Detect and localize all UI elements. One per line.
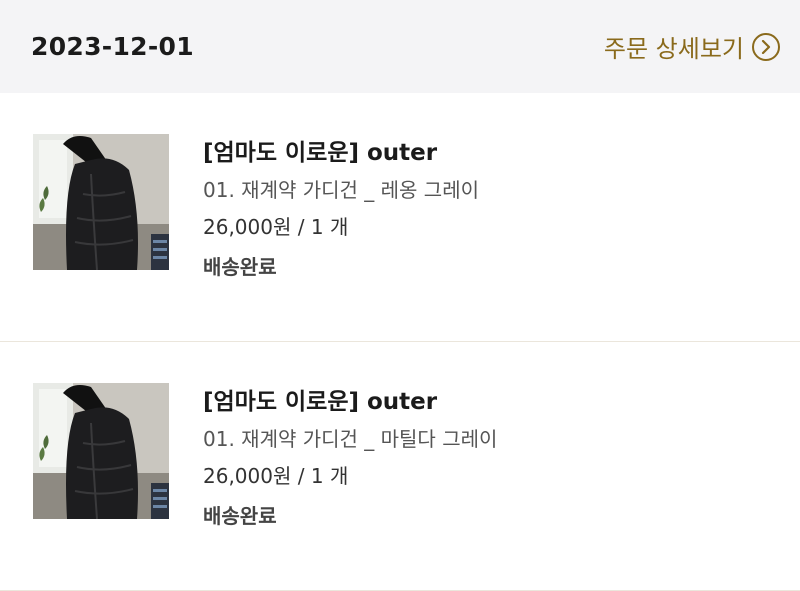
price-separator: /	[297, 464, 305, 488]
item-info: [엄마도 이로운] outer 01. 재계약 가디건 _ 마틸다 그레이 26…	[203, 383, 497, 530]
price-separator: /	[297, 215, 305, 239]
order-item[interactable]: [엄마도 이로운] outer 01. 재계약 가디건 _ 마틸다 그레이 26…	[0, 342, 800, 591]
delivery-status: 배송완료	[203, 255, 277, 279]
product-option: 01. 재계약 가디건 _ 레옹 그레이	[203, 178, 479, 202]
price-row: 26,000원 / 1 개	[203, 463, 497, 490]
chevron-right-circle-icon	[752, 32, 780, 61]
order-detail-link[interactable]: 주문 상세보기	[604, 29, 780, 64]
product-quantity: 1 개	[310, 215, 349, 239]
item-info: [엄마도 이로운] outer 01. 재계약 가디건 _ 레옹 그레이 26,…	[203, 134, 479, 281]
product-thumbnail[interactable]	[33, 383, 169, 519]
product-thumbnail[interactable]	[33, 134, 169, 270]
order-date: 2023-12-01	[31, 32, 194, 61]
delivery-status: 배송완료	[203, 504, 277, 528]
product-name[interactable]: [엄마도 이로운] outer	[203, 387, 497, 417]
price-row: 26,000원 / 1 개	[203, 214, 479, 241]
product-option: 01. 재계약 가디건 _ 마틸다 그레이	[203, 427, 498, 451]
order-detail-label: 주문 상세보기	[603, 35, 744, 63]
product-price: 26,000원	[203, 464, 292, 488]
product-quantity: 1 개	[310, 464, 349, 488]
product-price: 26,000원	[203, 215, 292, 239]
order-header: 2023-12-01 주문 상세보기	[0, 0, 800, 93]
product-name[interactable]: [엄마도 이로운] outer	[203, 138, 479, 168]
order-item[interactable]: [엄마도 이로운] outer 01. 재계약 가디건 _ 레옹 그레이 26,…	[0, 93, 800, 342]
